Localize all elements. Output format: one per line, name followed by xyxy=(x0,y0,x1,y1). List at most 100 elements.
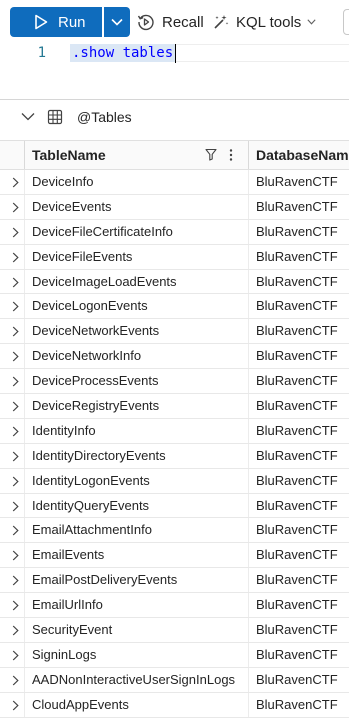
cell-databasename[interactable]: BluRavenCTF xyxy=(256,672,338,687)
table-row[interactable]: IdentityLogonEvents BluRavenCTF xyxy=(0,468,349,494)
table-row[interactable]: DeviceFileEvents BluRavenCTF xyxy=(0,244,349,270)
query-text[interactable]: .show tables xyxy=(70,44,176,62)
cell-tablename[interactable]: DeviceInfo xyxy=(32,174,93,189)
cell-databasename[interactable]: BluRavenCTF xyxy=(256,448,338,463)
kql-tools-menu[interactable]: KQL tools xyxy=(212,7,322,37)
table-row[interactable]: EmailEvents BluRavenCTF xyxy=(0,543,349,569)
cell-tablename[interactable]: IdentityDirectoryEvents xyxy=(32,448,166,463)
chevron-right-icon[interactable] xyxy=(12,401,19,412)
cell-tablename[interactable]: SigninLogs xyxy=(32,647,96,662)
cell-databasename[interactable]: BluRavenCTF xyxy=(256,373,338,388)
cell-databasename[interactable]: BluRavenCTF xyxy=(256,547,338,562)
cell-tablename[interactable]: AADNonInteractiveUserSignInLogs xyxy=(32,672,235,687)
cell-tablename[interactable]: DeviceFileEvents xyxy=(32,249,132,264)
cell-tablename[interactable]: DeviceRegistryEvents xyxy=(32,398,159,413)
column-header-tablename[interactable]: TableName xyxy=(32,147,106,163)
cell-databasename[interactable]: BluRavenCTF xyxy=(256,423,338,438)
cell-tablename[interactable]: DeviceFileCertificateInfo xyxy=(32,224,173,239)
table-row[interactable]: CloudAppEvents BluRavenCTF xyxy=(0,692,349,718)
cell-tablename[interactable]: DeviceProcessEvents xyxy=(32,373,158,388)
table-row[interactable]: IdentityInfo BluRavenCTF xyxy=(0,418,349,444)
run-dropdown-button[interactable] xyxy=(104,7,130,37)
table-row[interactable]: DeviceLogonEvents BluRavenCTF xyxy=(0,294,349,320)
cell-tablename[interactable]: EmailPostDeliveryEvents xyxy=(32,572,177,587)
chevron-right-icon[interactable] xyxy=(12,202,19,213)
table-row[interactable]: EmailAttachmentInfo BluRavenCTF xyxy=(0,518,349,544)
chevron-right-icon[interactable] xyxy=(12,675,19,686)
table-row[interactable]: DeviceNetworkInfo BluRavenCTF xyxy=(0,344,349,370)
chevron-right-icon[interactable] xyxy=(12,476,19,487)
table-row[interactable]: DeviceImageLoadEvents BluRavenCTF xyxy=(0,269,349,295)
cell-databasename[interactable]: BluRavenCTF xyxy=(256,199,338,214)
chevron-right-icon[interactable] xyxy=(12,426,19,437)
cell-tablename[interactable]: DeviceImageLoadEvents xyxy=(32,274,177,289)
table-row[interactable]: DeviceProcessEvents BluRavenCTF xyxy=(0,369,349,395)
table-row[interactable]: SigninLogs BluRavenCTF xyxy=(0,642,349,668)
more-vertical-icon[interactable] xyxy=(228,148,234,162)
cell-tablename[interactable]: DeviceNetworkInfo xyxy=(32,348,141,363)
cell-databasename[interactable]: BluRavenCTF xyxy=(256,622,338,637)
cell-tablename[interactable]: DeviceNetworkEvents xyxy=(32,323,159,338)
table-row[interactable]: DeviceEvents BluRavenCTF xyxy=(0,194,349,220)
cell-databasename[interactable]: BluRavenCTF xyxy=(256,224,338,239)
chevron-right-icon[interactable] xyxy=(12,550,19,561)
table-row[interactable]: DeviceNetworkEvents BluRavenCTF xyxy=(0,319,349,345)
chevron-right-icon[interactable] xyxy=(12,252,19,263)
results-title[interactable]: @Tables xyxy=(77,109,132,125)
chevron-right-icon[interactable] xyxy=(12,501,19,512)
cell-databasename[interactable]: BluRavenCTF xyxy=(256,249,338,264)
cell-tablename[interactable]: IdentityInfo xyxy=(32,423,96,438)
cell-tablename[interactable]: DeviceEvents xyxy=(32,199,111,214)
table-row[interactable]: SecurityEvent BluRavenCTF xyxy=(0,618,349,643)
cell-databasename[interactable]: BluRavenCTF xyxy=(256,647,338,662)
column-header-databasename[interactable]: DatabaseName xyxy=(256,147,349,163)
cell-tablename[interactable]: IdentityQueryEvents xyxy=(32,498,149,513)
cell-tablename[interactable]: DeviceLogonEvents xyxy=(32,298,148,313)
cell-databasename[interactable]: BluRavenCTF xyxy=(256,572,338,587)
chevron-right-icon[interactable] xyxy=(12,177,19,188)
cell-databasename[interactable]: BluRavenCTF xyxy=(256,348,338,363)
chevron-right-icon[interactable] xyxy=(12,700,19,711)
chevron-right-icon[interactable] xyxy=(12,575,19,586)
chevron-right-icon[interactable] xyxy=(12,326,19,337)
table-row[interactable]: AADNonInteractiveUserSignInLogs BluRavenC… xyxy=(0,667,349,693)
table-row[interactable]: IdentityQueryEvents BluRavenCTF xyxy=(0,493,349,519)
cell-tablename[interactable]: SecurityEvent xyxy=(32,622,112,637)
table-row[interactable]: EmailPostDeliveryEvents BluRavenCTF xyxy=(0,568,349,594)
cell-tablename[interactable]: EmailAttachmentInfo xyxy=(32,522,152,537)
cell-databasename[interactable]: BluRavenCTF xyxy=(256,473,338,488)
cell-databasename[interactable]: BluRavenCTF xyxy=(256,398,338,413)
column-divider[interactable] xyxy=(248,141,249,169)
cell-databasename[interactable]: BluRavenCTF xyxy=(256,298,338,313)
cell-databasename[interactable]: BluRavenCTF xyxy=(256,174,338,189)
chevron-right-icon[interactable] xyxy=(12,227,19,238)
cell-databasename[interactable]: BluRavenCTF xyxy=(256,323,338,338)
cell-databasename[interactable]: BluRavenCTF xyxy=(256,274,338,289)
table-row[interactable]: DeviceRegistryEvents BluRavenCTF xyxy=(0,394,349,419)
cell-tablename[interactable]: EmailEvents xyxy=(32,547,104,562)
cell-databasename[interactable]: BluRavenCTF xyxy=(256,522,338,537)
query-editor[interactable]: 1 .show tables xyxy=(0,44,349,100)
table-row[interactable]: EmailUrlInfo BluRavenCTF xyxy=(0,593,349,619)
cell-databasename[interactable]: BluRavenCTF xyxy=(256,597,338,612)
table-row[interactable]: IdentityDirectoryEvents BluRavenCTF xyxy=(0,443,349,469)
filter-icon[interactable] xyxy=(205,148,217,161)
cell-tablename[interactable]: IdentityLogonEvents xyxy=(32,473,150,488)
chevron-right-icon[interactable] xyxy=(12,376,19,387)
chevron-right-icon[interactable] xyxy=(12,277,19,288)
chevron-right-icon[interactable] xyxy=(12,600,19,611)
chevron-right-icon[interactable] xyxy=(12,525,19,536)
run-button[interactable]: Run xyxy=(10,7,102,37)
overflow-toolbar-button[interactable] xyxy=(343,9,349,35)
cell-databasename[interactable]: BluRavenCTF xyxy=(256,697,338,712)
cell-databasename[interactable]: BluRavenCTF xyxy=(256,498,338,513)
chevron-right-icon[interactable] xyxy=(12,351,19,362)
recall-button[interactable]: Recall xyxy=(137,7,204,37)
chevron-right-icon[interactable] xyxy=(12,451,19,462)
cell-tablename[interactable]: EmailUrlInfo xyxy=(32,597,103,612)
table-row[interactable]: DeviceFileCertificateInfo BluRavenCTF xyxy=(0,219,349,245)
cell-tablename[interactable]: CloudAppEvents xyxy=(32,697,129,712)
chevron-down-icon[interactable] xyxy=(21,112,35,121)
chevron-right-icon[interactable] xyxy=(12,650,19,661)
chevron-right-icon[interactable] xyxy=(12,625,19,636)
